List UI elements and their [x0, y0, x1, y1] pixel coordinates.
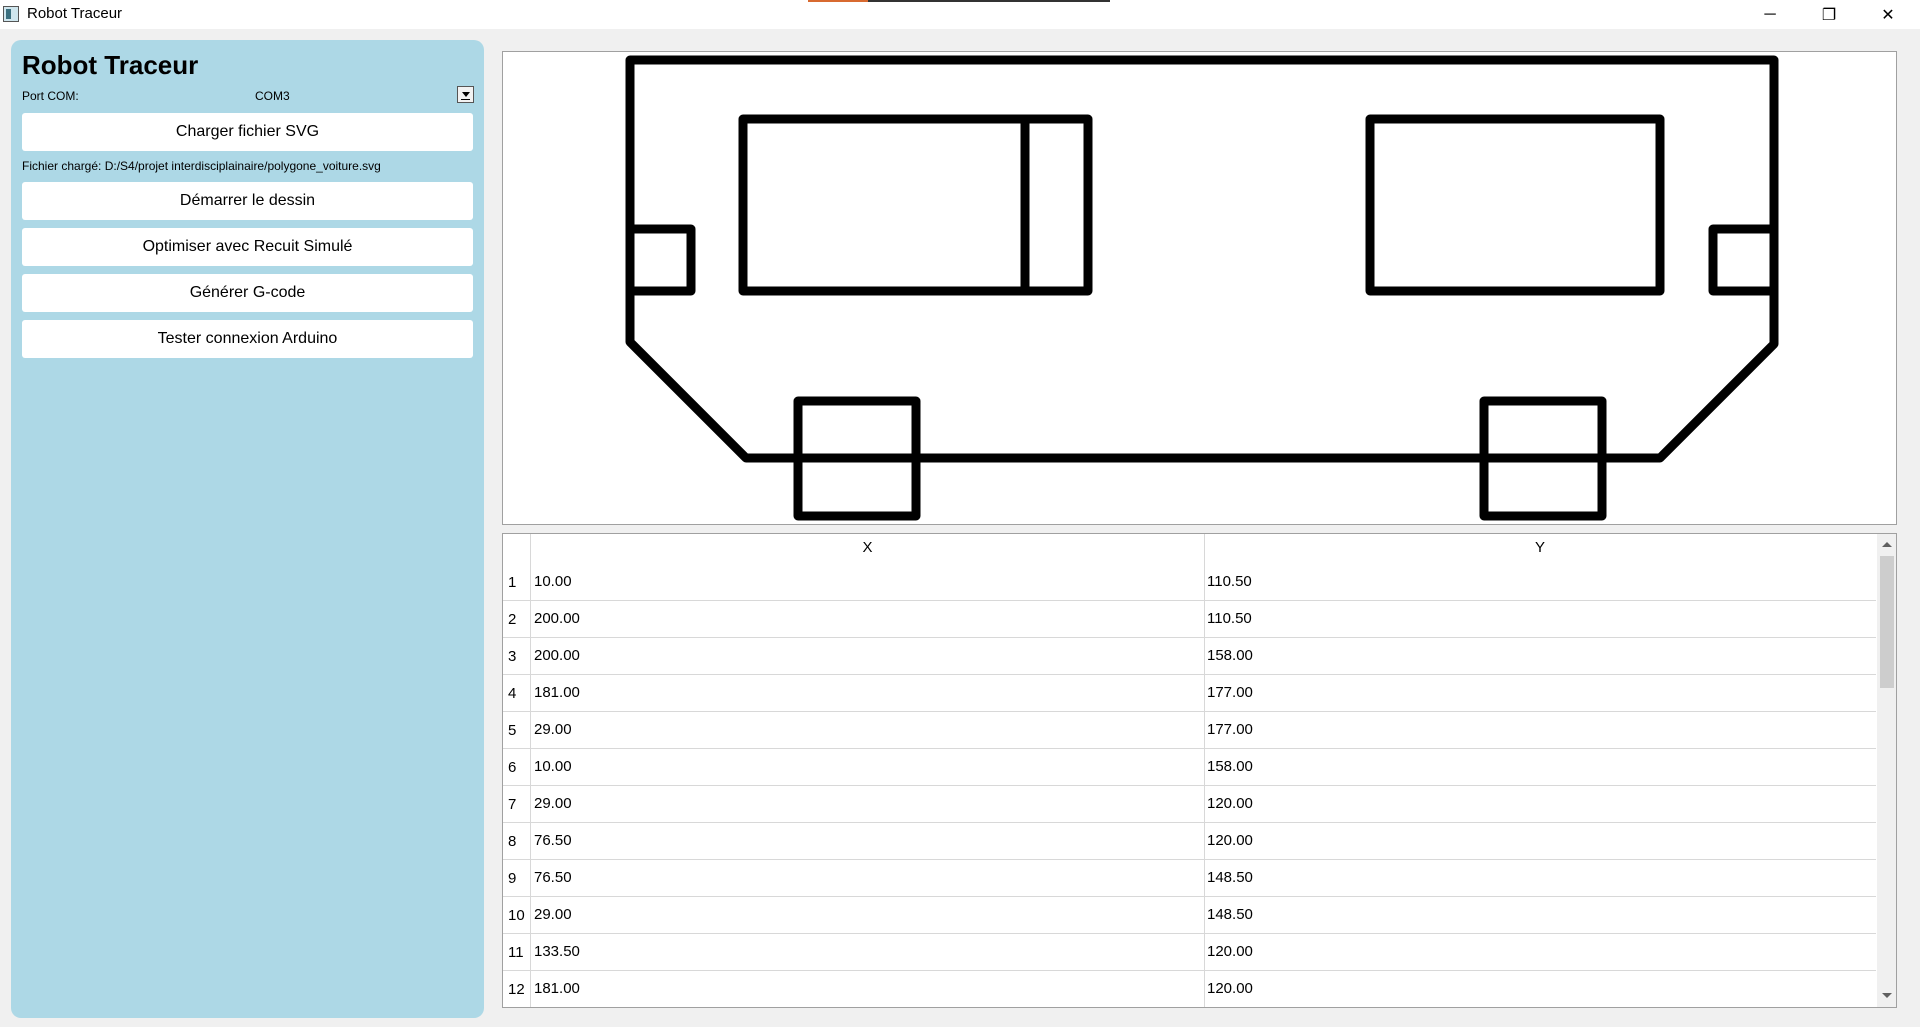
cell-y[interactable]: 120.00 — [1207, 795, 1253, 812]
drawing-canvas[interactable] — [502, 51, 1897, 525]
cell-x[interactable]: 10.00 — [534, 758, 572, 775]
right-window — [1365, 114, 1665, 296]
row-number: 11 — [508, 944, 524, 961]
row-number: 3 — [508, 648, 517, 665]
chevron-down-icon[interactable] — [457, 86, 474, 103]
title-bar: Robot Traceur ─ ❐ ✕ — [0, 0, 1920, 29]
cell-x[interactable]: 76.50 — [534, 869, 572, 886]
left-light — [625, 224, 696, 296]
table-row[interactable]: 2 200.00 110.50 — [503, 601, 1876, 638]
loaded-file-label: Fichier chargé: D:/S4/projet interdiscip… — [22, 159, 381, 173]
coordinates-table[interactable]: X Y 1 10.00 110.50 2 200.00 110.50 3 200.00 15… — [502, 533, 1897, 1008]
cell-y[interactable]: 177.00 — [1207, 684, 1253, 701]
table-row[interactable]: 10 29.00 148.50 — [503, 897, 1876, 934]
cell-y[interactable]: 110.50 — [1207, 610, 1252, 627]
cell-y[interactable]: 148.50 — [1207, 869, 1253, 886]
minimize-icon[interactable]: ─ — [1747, 0, 1793, 29]
cell-x[interactable]: 10.00 — [534, 573, 572, 590]
cell-x[interactable]: 181.00 — [534, 684, 580, 701]
scroll-down-icon[interactable] — [1877, 987, 1896, 1004]
row-number: 2 — [508, 611, 517, 628]
table-row[interactable]: 8 76.50 120.00 — [503, 823, 1876, 860]
cell-x[interactable]: 29.00 — [534, 795, 572, 812]
cell-x[interactable]: 29.00 — [534, 906, 572, 923]
close-icon[interactable]: ✕ — [1865, 0, 1911, 29]
table-row[interactable]: 9 76.50 148.50 — [503, 860, 1876, 897]
cell-y[interactable]: 158.00 — [1207, 758, 1253, 775]
cell-y[interactable]: 158.00 — [1207, 647, 1253, 664]
row-number: 7 — [508, 796, 517, 813]
row-number: 12 — [508, 981, 525, 998]
generate-gcode-button[interactable]: Générer G-code — [22, 274, 473, 312]
row-number: 10 — [508, 907, 525, 924]
vertical-scrollbar[interactable] — [1877, 534, 1896, 1007]
cell-x[interactable]: 29.00 — [534, 721, 572, 738]
cell-y[interactable]: 120.00 — [1207, 980, 1253, 997]
row-number: 5 — [508, 722, 517, 739]
drawing-preview — [625, 55, 1779, 521]
cell-y[interactable]: 110.50 — [1207, 573, 1252, 590]
table-row[interactable]: 5 29.00 177.00 — [503, 712, 1876, 749]
start-drawing-button[interactable]: Démarrer le dessin — [22, 182, 473, 220]
app-title: Robot Traceur — [22, 50, 199, 80]
cell-x[interactable]: 200.00 — [534, 610, 580, 627]
cell-y[interactable]: 177.00 — [1207, 721, 1253, 738]
cell-y[interactable]: 120.00 — [1207, 943, 1253, 960]
scrollbar-thumb[interactable] — [1880, 556, 1894, 688]
column-header-x[interactable]: X — [531, 539, 1204, 556]
table-row[interactable]: 11 133.50 120.00 — [503, 934, 1876, 971]
optimize-button[interactable]: Optimiser avec Recuit Simulé — [22, 228, 473, 266]
cell-y[interactable]: 148.50 — [1207, 906, 1253, 923]
table-row[interactable]: 12 181.00 120.00 — [503, 971, 1876, 1007]
scroll-up-icon[interactable] — [1877, 536, 1896, 553]
table-row[interactable]: 1 10.00 110.50 — [503, 564, 1876, 601]
window-title: Robot Traceur — [27, 5, 123, 22]
row-number: 4 — [508, 685, 517, 702]
load-svg-button[interactable]: Charger fichier SVG — [22, 113, 473, 151]
right-light — [1708, 224, 1779, 296]
row-number: 9 — [508, 870, 517, 887]
row-number: 6 — [508, 759, 517, 776]
table-row[interactable]: 4 181.00 177.00 — [503, 675, 1876, 712]
restore-icon[interactable]: ❐ — [1806, 0, 1852, 29]
table-row[interactable]: 6 10.00 158.00 — [503, 749, 1876, 786]
cell-x[interactable]: 181.00 — [534, 980, 580, 997]
table-body: 1 10.00 110.50 2 200.00 110.50 3 200.00 158.00… — [503, 564, 1876, 1007]
cell-x[interactable]: 200.00 — [534, 647, 580, 664]
control-sidebar: Robot Traceur Port COM: COM3 Charger fic… — [11, 40, 484, 1018]
table-row[interactable]: 3 200.00 158.00 — [503, 638, 1876, 675]
app-icon — [3, 6, 19, 22]
port-com-select[interactable]: COM3 — [255, 89, 290, 103]
row-number: 8 — [508, 833, 517, 850]
cell-x[interactable]: 76.50 — [534, 832, 572, 849]
test-arduino-button[interactable]: Tester connexion Arduino — [22, 320, 473, 358]
cell-x[interactable]: 133.50 — [534, 943, 580, 960]
column-header-y[interactable]: Y — [1204, 539, 1876, 556]
row-number: 1 — [508, 574, 517, 591]
title-bar-accent — [808, 0, 1110, 2]
table-row[interactable]: 7 29.00 120.00 — [503, 786, 1876, 823]
cell-y[interactable]: 120.00 — [1207, 832, 1253, 849]
port-com-label: Port COM: — [22, 89, 79, 103]
left-window — [738, 114, 1093, 296]
